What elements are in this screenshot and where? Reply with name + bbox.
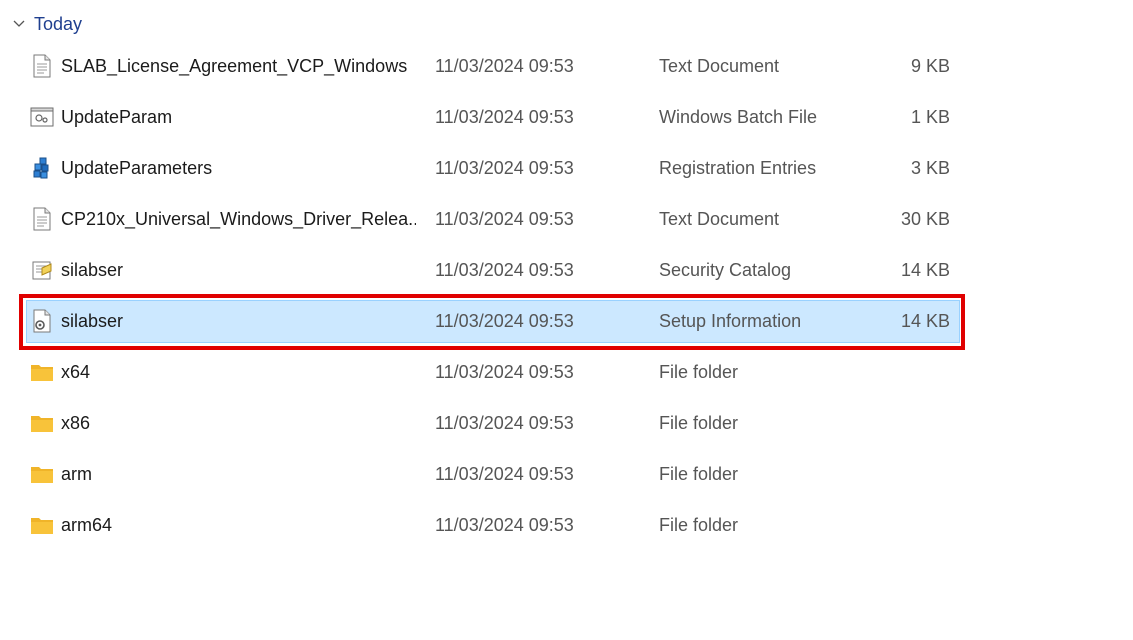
- file-type: Setup Information: [659, 311, 802, 331]
- folder-row[interactable]: arm 11/03/2024 09:53 File folder: [22, 449, 960, 500]
- security-catalog-icon: [30, 258, 54, 282]
- folder-name: arm64: [61, 515, 113, 535]
- file-date: 11/03/2024 09:53: [435, 158, 574, 178]
- file-name: silabser: [61, 311, 124, 331]
- file-date: 11/03/2024 09:53: [435, 107, 574, 127]
- file-type: File folder: [659, 413, 739, 433]
- file-size: 14 KB: [900, 260, 950, 280]
- folder-name: arm: [61, 464, 92, 484]
- file-rows: SLAB_License_Agreement_VCP_Windows 11/03…: [22, 41, 960, 551]
- file-row[interactable]: UpdateParam 11/03/2024 09:53 Windows Bat…: [22, 92, 960, 143]
- registry-icon: [30, 156, 54, 180]
- folder-icon: [30, 513, 54, 537]
- folder-name: x64: [61, 362, 91, 382]
- file-list-pane: Today SLAB_License_Agreement_VCP_Windows…: [0, 0, 1133, 640]
- file-name: silabser: [61, 260, 124, 280]
- file-date: 11/03/2024 09:53: [435, 515, 574, 535]
- file-type: Text Document: [659, 56, 780, 76]
- batch-file-icon: [30, 105, 54, 129]
- file-date: 11/03/2024 09:53: [435, 260, 574, 280]
- text-document-icon: [30, 54, 54, 78]
- folder-name: x86: [61, 413, 91, 433]
- folder-row[interactable]: x86 11/03/2024 09:53 File folder: [22, 398, 960, 449]
- file-date: 11/03/2024 09:53: [435, 413, 574, 433]
- file-row[interactable]: CP210x_Universal_Windows_Driver_Relea...…: [22, 194, 960, 245]
- chevron-down-icon[interactable]: [10, 15, 28, 33]
- group-title: Today: [34, 13, 83, 34]
- file-date: 11/03/2024 09:53: [435, 56, 574, 76]
- file-size: 14 KB: [900, 311, 950, 331]
- file-date: 11/03/2024 09:53: [435, 362, 574, 382]
- file-type: Security Catalog: [659, 260, 792, 280]
- file-size: 9 KB: [910, 56, 950, 76]
- file-type: File folder: [659, 515, 739, 535]
- file-size: 3 KB: [910, 158, 950, 178]
- file-type: File folder: [659, 464, 739, 484]
- file-date: 11/03/2024 09:53: [435, 209, 574, 229]
- file-date: 11/03/2024 09:53: [435, 464, 574, 484]
- file-name: SLAB_License_Agreement_VCP_Windows: [61, 56, 408, 76]
- file-date: 11/03/2024 09:53: [435, 311, 574, 331]
- file-type: Text Document: [659, 209, 780, 229]
- file-row-selected[interactable]: silabser 11/03/2024 09:53 Setup Informat…: [22, 296, 960, 347]
- file-row[interactable]: UpdateParameters 11/03/2024 09:53 Regist…: [22, 143, 960, 194]
- file-row[interactable]: silabser 11/03/2024 09:53 Security Catal…: [22, 245, 960, 296]
- file-name: CP210x_Universal_Windows_Driver_Relea...: [61, 209, 416, 229]
- folder-icon: [30, 360, 54, 384]
- folder-icon: [30, 411, 54, 435]
- file-size: 1 KB: [910, 107, 950, 127]
- file-type: File folder: [659, 362, 739, 382]
- file-size: 30 KB: [900, 209, 950, 229]
- setup-information-icon: [30, 309, 54, 333]
- group-header-today[interactable]: Today: [10, 10, 82, 38]
- folder-row[interactable]: x64 11/03/2024 09:53 File folder: [22, 347, 960, 398]
- file-type: Windows Batch File: [659, 107, 818, 127]
- file-row[interactable]: SLAB_License_Agreement_VCP_Windows 11/03…: [22, 41, 960, 92]
- file-name: UpdateParam: [61, 107, 173, 127]
- folder-row[interactable]: arm64 11/03/2024 09:53 File folder: [22, 500, 960, 551]
- folder-icon: [30, 462, 54, 486]
- file-type: Registration Entries: [659, 158, 817, 178]
- file-name: UpdateParameters: [61, 158, 213, 178]
- text-document-icon: [30, 207, 54, 231]
